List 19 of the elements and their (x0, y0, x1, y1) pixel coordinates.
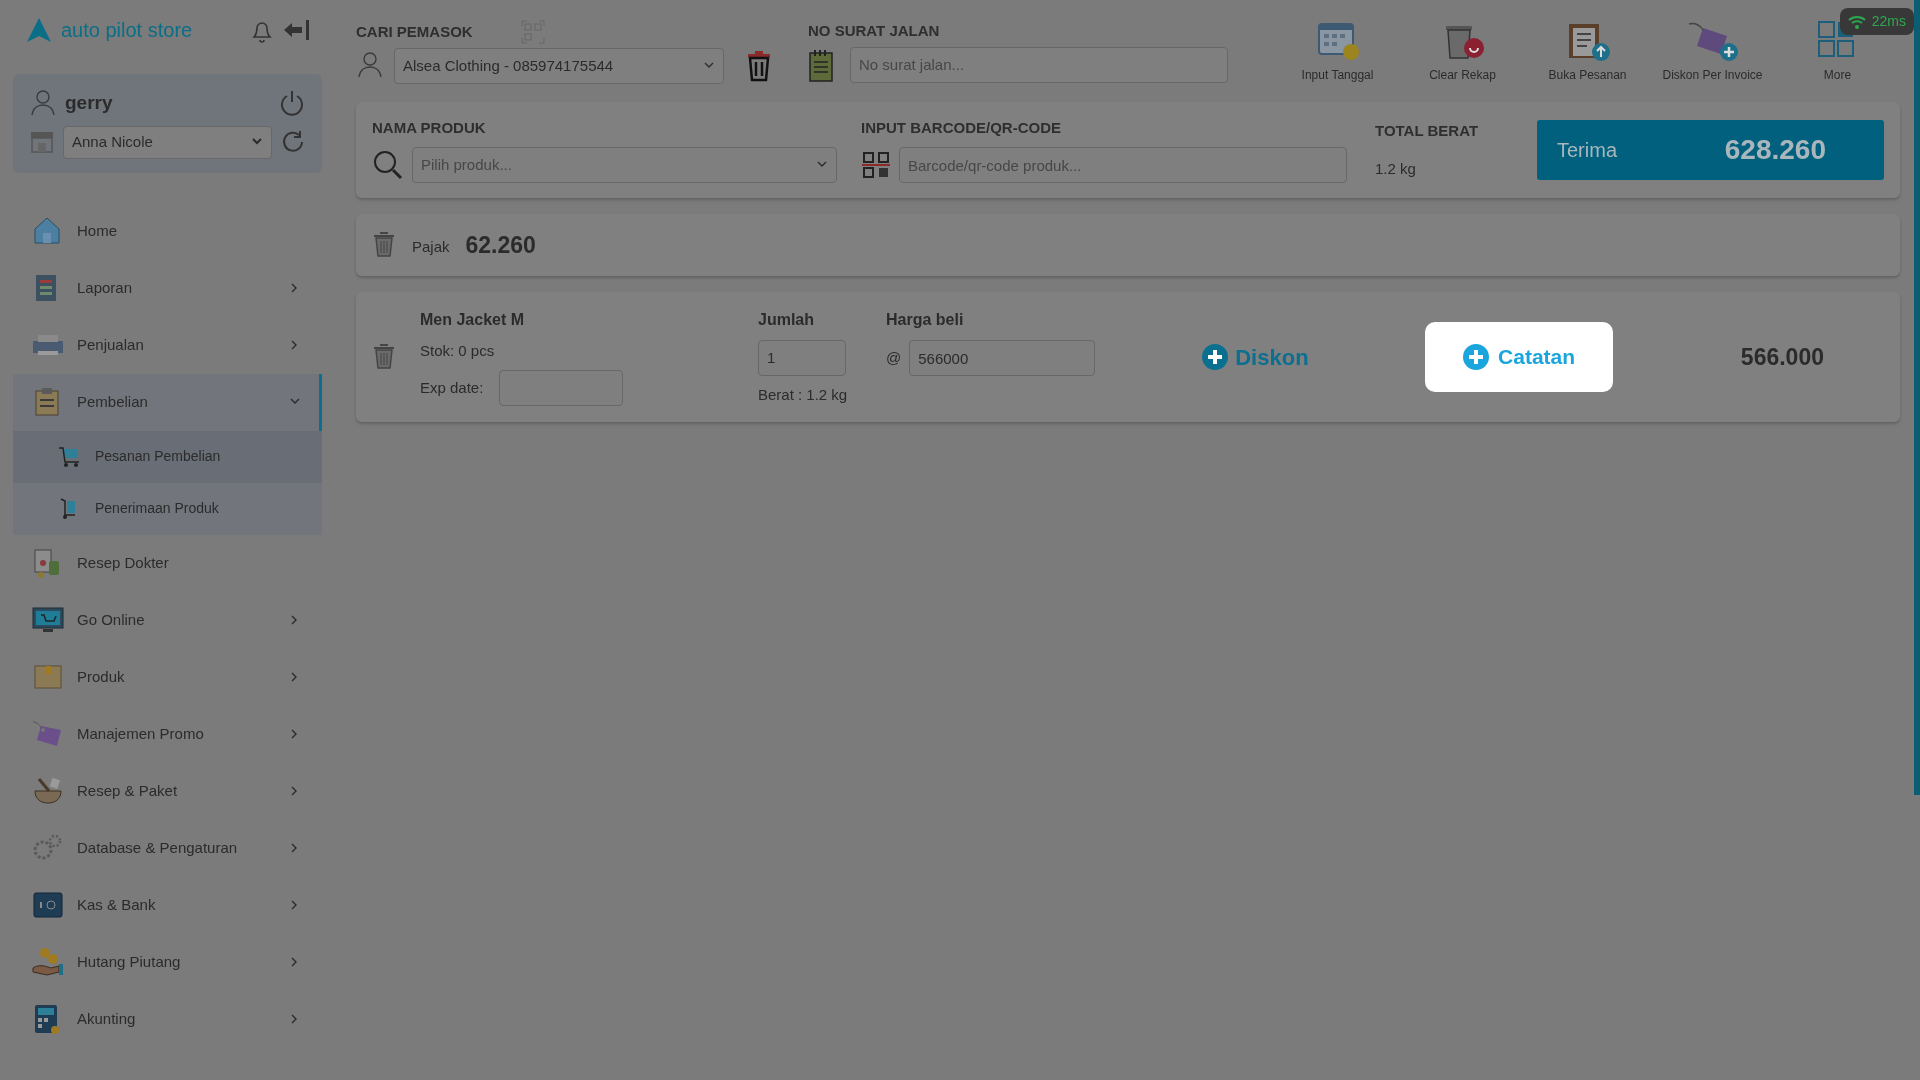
field-label: NO SURAT JALAN (808, 21, 941, 41)
field-label: Harga beli (886, 310, 965, 330)
tax-amount: 62.260 (465, 230, 536, 260)
product-name: Men Jacket M (420, 309, 526, 330)
currency-prefix: @ (886, 347, 902, 368)
total-weight: 1.2 kg (1375, 159, 1417, 179)
latency-toast: 22ms (1839, 8, 1914, 35)
field-label: Jumlah (758, 309, 815, 330)
line-total: 566.000 (1740, 342, 1824, 372)
field-label: Exp date: (420, 378, 484, 398)
field-label: TOTAL BERAT (1375, 120, 1479, 141)
field-label: CARI PEMASOK (356, 21, 473, 42)
stock-text: Stok: 0 pcs (420, 340, 496, 361)
field-label: NAMA PRODUK (372, 117, 487, 138)
weight-text: Berat : 1.2 kg (758, 384, 849, 405)
brand-name: auto pilot store (61, 18, 193, 43)
tax-label: Pajak (412, 236, 450, 257)
field-label: INPUT BARCODE/QR-CODE (861, 117, 1062, 138)
user-name: gerry (65, 90, 113, 115)
